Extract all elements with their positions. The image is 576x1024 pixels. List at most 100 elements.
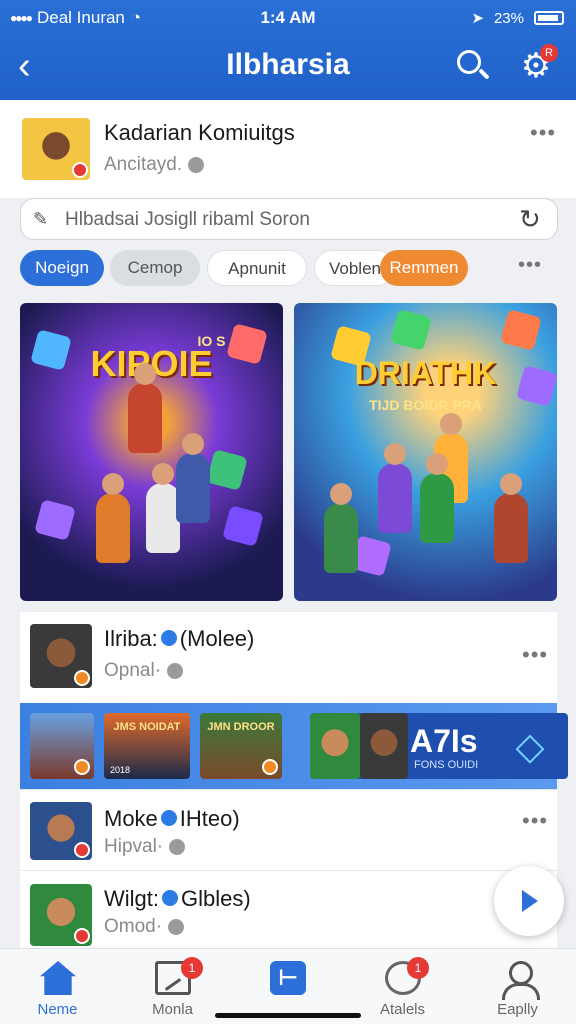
play-icon	[522, 890, 538, 912]
heart-icon[interactable]	[167, 662, 184, 679]
person-figure	[96, 473, 130, 563]
feed-item-name-text: Ilriba:	[104, 626, 158, 651]
page-title: Ilbharsia	[226, 48, 350, 81]
tab-label: Neme	[37, 1001, 78, 1018]
search-icon-ring	[457, 50, 481, 74]
verified-icon	[162, 890, 178, 907]
home-icon	[40, 961, 76, 995]
person-figure	[420, 453, 454, 543]
promo-avatar	[310, 713, 360, 779]
feed-item-sub-text: Hipval·	[104, 836, 164, 857]
feed-item-name: Ilriba: (Molee)	[104, 626, 254, 652]
pen-icon: ✎	[33, 209, 49, 229]
promo-title: A7Is	[410, 723, 478, 759]
profile-subtitle: Ancitayd.	[104, 154, 205, 176]
chip-apnunit[interactable]: Apnunit	[207, 250, 307, 286]
diamond-icon: ◇	[515, 726, 545, 768]
thumbnail-year: 2018	[110, 765, 131, 775]
feed-item-handle: IHteo)	[179, 806, 240, 831]
avatar[interactable]	[22, 118, 90, 180]
gear-badge: R	[540, 44, 558, 62]
media-strip: JMS NOIDAT 2018 JMN DROOR A7Is FONS OUID…	[20, 703, 568, 789]
heart-icon[interactable]	[169, 838, 186, 855]
game-cube-icon	[222, 505, 264, 547]
feed-item-name-text: Moke	[104, 806, 158, 831]
thumbnail-badge	[74, 759, 90, 775]
media-thumbnail[interactable]	[30, 713, 94, 779]
avatar-badge	[74, 842, 90, 858]
person-figure	[128, 363, 162, 453]
game-cube-icon	[390, 309, 432, 351]
more-options-icon[interactable]: •••	[522, 642, 548, 668]
status-right: ➤ 23%	[471, 9, 564, 27]
search-input[interactable]: ✎ Hlbadsai Josigll ribaml Soron ↻	[20, 198, 558, 240]
game-cube-icon	[34, 499, 76, 541]
tab-media[interactable]: 1 Monla	[115, 949, 230, 1024]
nav-bar: ‹ Ilbharsia ⚙ R	[0, 40, 576, 96]
verified-icon	[160, 810, 177, 827]
media-thumbnail[interactable]: JMS NOIDAT 2018	[104, 713, 190, 779]
media-thumbnail[interactable]: JMN DROOR	[200, 713, 282, 779]
refresh-icon[interactable]: ↻	[519, 206, 545, 232]
divider	[20, 870, 557, 871]
promo-avatar	[360, 713, 408, 779]
tab-badge: 1	[181, 957, 203, 979]
chip-noeign[interactable]: Noeign	[20, 250, 104, 286]
tab-label: Eaplly	[497, 1001, 538, 1018]
heart-icon[interactable]	[188, 156, 205, 173]
avatar[interactable]	[30, 884, 92, 946]
chip-remmen[interactable]: Remmen	[380, 250, 468, 286]
profile-icon	[500, 961, 540, 1000]
profile-card[interactable]: Kadarian Komiuitgs Ancitayd. •••	[0, 100, 576, 198]
more-options-icon[interactable]: •••	[522, 808, 548, 834]
avatar-badge	[72, 162, 88, 178]
person-figure	[494, 473, 528, 563]
tab-alerts[interactable]: 1 Atalels	[345, 949, 460, 1024]
tab-home[interactable]: Neme	[0, 949, 115, 1024]
thumbnail-caption: JMN DROOR	[207, 721, 275, 733]
feed-item-sub-text: Omod·	[104, 916, 163, 937]
profile-subtitle-text: Ancitayd.	[104, 154, 183, 175]
chips-more-icon[interactable]: •••	[518, 254, 542, 277]
search-icon[interactable]	[455, 48, 490, 82]
divider	[20, 789, 557, 790]
profile-name: Kadarian Komiuitgs	[104, 120, 295, 145]
battery-percent: 23%	[493, 9, 524, 27]
feed-item-name: Wilgt: Glbles)	[104, 886, 251, 912]
feed-item-handle: Glbles)	[181, 886, 251, 911]
person-figure	[324, 483, 358, 573]
heart-icon[interactable]	[168, 918, 185, 935]
avatar[interactable]	[30, 624, 92, 688]
play-button[interactable]	[494, 866, 564, 936]
featured-card-left[interactable]: KIPOIE IO S	[20, 303, 283, 601]
tab-badge: 1	[407, 957, 429, 979]
game-cube-icon	[206, 449, 248, 491]
avatar-badge	[74, 928, 90, 944]
feed-item-handle: (Molee)	[179, 626, 255, 651]
featured-right-sub: TIJD BOIDR PRA	[369, 397, 482, 413]
tab-profile[interactable]: Eaplly	[460, 949, 575, 1024]
avatar[interactable]	[30, 802, 92, 860]
home-indicator	[215, 1013, 361, 1018]
battery-icon	[534, 11, 564, 25]
search-icon-handle	[478, 68, 490, 80]
create-icon: ⊢	[270, 961, 306, 995]
game-cube-icon	[500, 309, 542, 351]
person-figure	[176, 433, 210, 523]
person-figure	[378, 443, 412, 533]
top-bar: ●●●● Deal Inuran ◔ 1:4 AM ➤ 23% ‹ Ilbhar…	[0, 0, 576, 100]
person-figure	[146, 463, 180, 553]
featured-card-right[interactable]: DRIATHK TIJD BOIDR PRA	[294, 303, 557, 601]
tab-label: Atalels	[379, 1001, 426, 1018]
feed-item-name-text: Wilgt:	[104, 886, 159, 911]
more-options-icon[interactable]: •••	[530, 120, 556, 146]
status-bar: ●●●● Deal Inuran ◔ 1:4 AM ➤ 23%	[0, 0, 576, 36]
feed-item-name: Moke IHteo)	[104, 806, 240, 832]
gear-icon[interactable]: ⚙ R	[518, 44, 558, 84]
featured-right-title: DRIATHK	[354, 355, 497, 391]
feed-item-sub-text: Opnal·	[104, 660, 162, 681]
chip-cemop[interactable]: Cemop	[110, 250, 200, 286]
promo-banner[interactable]: A7Is FONS OUIDI ◇	[310, 713, 568, 779]
avatar-badge	[74, 670, 90, 686]
feed-item-sub: Hipval·	[104, 836, 186, 858]
